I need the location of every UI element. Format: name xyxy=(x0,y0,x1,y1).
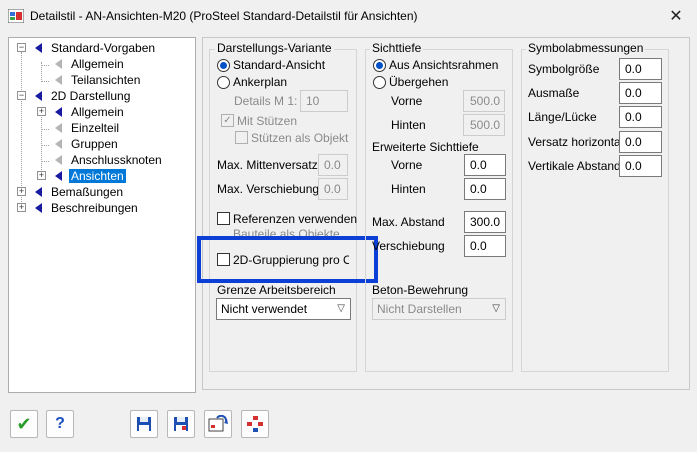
label-mit-stuetzen: Mit Stützen xyxy=(237,114,298,128)
tree-item-teilansichten[interactable]: Teilansichten xyxy=(69,72,142,88)
verschiebung-input[interactable]: 0.0 xyxy=(464,235,506,257)
label-details: Details M 1: xyxy=(234,94,298,108)
max-abstand-input[interactable]: 300.0 xyxy=(464,211,506,233)
window-title: Detailstil - AN-Ansichten-M20 (ProSteel … xyxy=(30,9,418,23)
label-verschiebung: Verschiebung xyxy=(372,239,445,253)
chevron-down-icon: ▽ xyxy=(337,303,345,314)
label-ausmasse: Ausmaße xyxy=(528,86,580,100)
tree-item-standard-vorgaben[interactable]: Standard-Vorgaben xyxy=(49,40,157,56)
symbolgroesse-input[interactable]: 0.0 xyxy=(619,58,662,80)
label-aus-ansichtsrahmen: Aus Ansichtsrahmen xyxy=(389,58,499,72)
label-uebergehen: Übergehen xyxy=(389,75,449,89)
label-versatz-horizontal: Versatz horizontal xyxy=(528,135,624,149)
label-erw-hinten: Hinten xyxy=(391,182,426,196)
node-icon xyxy=(35,187,42,197)
node-icon xyxy=(55,155,62,165)
label-stuetzen-objekt: Stützen als Objekt xyxy=(251,131,349,145)
radio-standard[interactable] xyxy=(217,59,230,72)
label-vorne: Vorne xyxy=(391,94,423,108)
details-input[interactable]: 10 xyxy=(300,90,348,112)
label-hinten: Hinten xyxy=(391,118,426,132)
checkbox-mit-stuetzen[interactable]: ✓ xyxy=(221,114,234,127)
settings-tree[interactable]: − Standard-Vorgaben Allgemein Teilansich… xyxy=(8,37,196,393)
group-title: Darstellungs-Variante xyxy=(215,41,334,55)
group-title: Sichttiefe xyxy=(370,41,424,55)
expand-icon[interactable]: + xyxy=(37,107,46,116)
title-bar: Detailstil - AN-Ansichten-M20 (ProSteel … xyxy=(0,0,697,32)
node-icon xyxy=(55,59,62,69)
label-laenge-luecke: Länge/Lücke xyxy=(528,110,597,124)
load-icon xyxy=(208,415,228,432)
save-as-button[interactable] xyxy=(167,410,195,438)
ok-button[interactable]: ✔ xyxy=(10,410,38,438)
node-icon xyxy=(35,91,42,101)
label-symbolgroesse: Symbolgröße xyxy=(528,62,600,76)
tree-item-ansichten[interactable]: Ansichten xyxy=(69,168,126,184)
save-as-icon xyxy=(174,417,188,431)
tree-item-2d-darstellung[interactable]: 2D Darstellung xyxy=(49,88,132,104)
label-referenzen: Referenzen verwenden xyxy=(233,212,358,226)
structure-icon xyxy=(247,416,263,432)
collapse-icon[interactable]: − xyxy=(17,91,26,100)
collapse-icon[interactable]: − xyxy=(17,43,26,52)
label-vertikale-abstand: Vertikale Abstand xyxy=(528,159,621,173)
radio-ankerplan[interactable] xyxy=(217,76,230,89)
expand-icon[interactable]: + xyxy=(37,171,46,180)
tree-item-gruppen[interactable]: Gruppen xyxy=(69,136,120,152)
label-max-abstand: Max. Abstand xyxy=(372,215,445,229)
versatz-horizontal-input[interactable]: 0.0 xyxy=(619,131,662,153)
node-icon xyxy=(35,203,42,213)
chevron-down-icon: ▽ xyxy=(492,303,500,314)
max-mittenversatz-input[interactable]: 0.0 xyxy=(318,154,348,176)
group-title: Symbolabmessungen xyxy=(526,41,646,55)
tree-item-beschreibungen[interactable]: Beschreibungen xyxy=(49,200,140,216)
label-standard: Standard-Ansicht xyxy=(233,58,326,72)
tree-item-allgemein-2d[interactable]: Allgemein xyxy=(69,104,126,120)
ausmasse-input[interactable]: 0.0 xyxy=(619,82,662,104)
label-beton-bewehrung: Beton-Bewehrung xyxy=(372,283,469,297)
expand-icon[interactable]: + xyxy=(17,187,26,196)
tree-item-einzelteil[interactable]: Einzelteil xyxy=(69,120,121,136)
node-icon xyxy=(55,171,62,181)
node-icon xyxy=(55,123,62,133)
checkbox-stuetzen-objekt[interactable] xyxy=(235,131,248,144)
node-icon xyxy=(35,43,42,53)
erw-vorne-input[interactable]: 0.0 xyxy=(464,154,506,176)
beton-select[interactable]: Nicht Darstellen ▽ xyxy=(372,298,506,320)
structure-button[interactable] xyxy=(241,410,269,438)
vorne-input[interactable]: 500.0 xyxy=(463,90,505,112)
expand-icon[interactable]: + xyxy=(17,203,26,212)
save-icon xyxy=(137,417,151,431)
tree-item-anschlussknoten[interactable]: Anschlussknoten xyxy=(69,152,164,168)
radio-uebergehen[interactable] xyxy=(373,76,386,89)
checkbox-referenzen[interactable] xyxy=(217,212,230,225)
label-max-mittenversatz: Max. Mittenversatz xyxy=(217,158,318,172)
load-button[interactable] xyxy=(204,410,232,438)
close-button[interactable]: ✕ xyxy=(667,8,685,26)
label-ankerplan: Ankerplan xyxy=(233,75,288,89)
laenge-luecke-input[interactable]: 0.0 xyxy=(619,106,662,128)
label-max-verschiebung: Max. Verschiebung xyxy=(217,182,320,196)
node-icon xyxy=(55,75,62,85)
label-erw-vorne: Vorne xyxy=(391,158,423,172)
max-verschiebung-input[interactable]: 0.0 xyxy=(318,178,348,200)
tree-item-allgemein[interactable]: Allgemein xyxy=(69,56,126,72)
hinten-input[interactable]: 500.0 xyxy=(463,114,505,136)
label-erweiterte-sichttiefe: Erweiterte Sichttiefe xyxy=(372,140,479,154)
node-icon xyxy=(55,107,62,117)
save-button[interactable] xyxy=(130,410,158,438)
grenze-select[interactable]: Nicht verwendet ▽ xyxy=(216,298,351,320)
radio-aus-ansichtsrahmen[interactable] xyxy=(373,59,386,72)
erw-hinten-input[interactable]: 0.0 xyxy=(464,178,506,200)
tree-item-bemassungen[interactable]: Bemaßungen xyxy=(49,184,125,200)
vertikale-abstand-input[interactable]: 0.0 xyxy=(619,155,662,177)
node-icon xyxy=(55,139,62,149)
highlight-box xyxy=(197,236,378,283)
label-grenze: Grenze Arbeitsbereich xyxy=(217,283,336,297)
help-button[interactable]: ? xyxy=(46,410,74,438)
app-icon xyxy=(8,9,24,23)
